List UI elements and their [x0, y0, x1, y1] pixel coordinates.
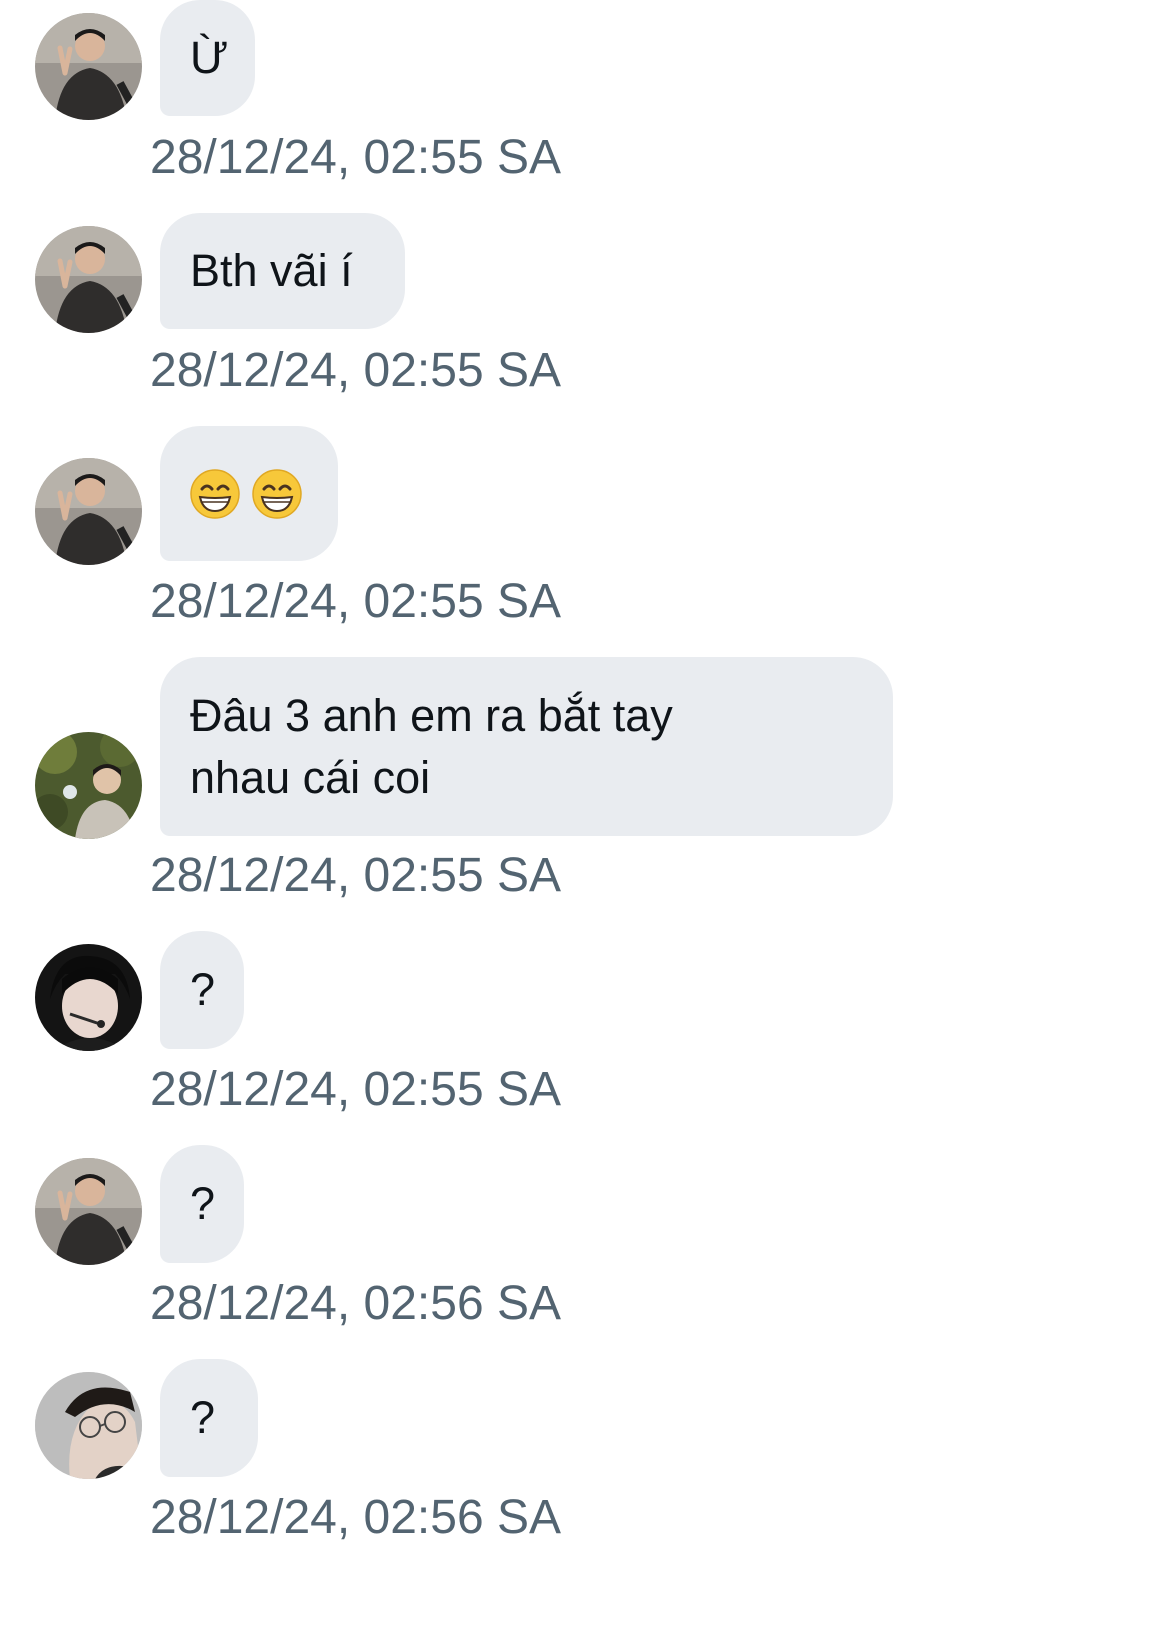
grinning-face-with-smiling-eyes-icon	[190, 468, 240, 519]
avatar-peace-sign-man-image	[35, 13, 142, 120]
message-bubble[interactable]: ?	[160, 1145, 244, 1263]
message-bubble[interactable]: Đâu 3 anh em ra bắt tay nhau cái coi	[160, 657, 893, 836]
message-timestamp: 28/12/24, 02:55 SA	[150, 849, 561, 902]
avatar[interactable]	[35, 13, 142, 120]
message-timestamp: 28/12/24, 02:55 SA	[150, 1063, 561, 1116]
grinning-face-with-smiling-eyes-icon	[252, 468, 302, 519]
avatar[interactable]	[35, 226, 142, 333]
message-timestamp: 28/12/24, 02:56 SA	[150, 1277, 561, 1330]
avatar-peace-sign-man-image	[35, 1158, 142, 1265]
message-text: ?	[190, 1178, 216, 1229]
message-text: ?	[190, 1392, 216, 1443]
avatar[interactable]	[35, 1372, 142, 1479]
message-bubble[interactable]	[160, 426, 338, 561]
avatar-headset-person-image	[35, 944, 142, 1051]
avatar-glasses-person-image	[35, 1372, 142, 1479]
avatar[interactable]	[35, 944, 142, 1051]
avatar-peace-sign-man-image	[35, 226, 142, 333]
emoji-row	[190, 468, 302, 519]
message-text: Bth vãi í	[190, 245, 353, 296]
avatar-outdoor-person-image	[35, 732, 142, 839]
message-bubble[interactable]: Ừ	[160, 0, 255, 116]
message-bubble[interactable]: Bth vãi í	[160, 213, 405, 329]
avatar[interactable]	[35, 458, 142, 565]
message-text: ?	[190, 964, 216, 1015]
avatar-peace-sign-man-image	[35, 458, 142, 565]
message-timestamp: 28/12/24, 02:55 SA	[150, 575, 561, 628]
avatar[interactable]	[35, 732, 142, 839]
message-timestamp: 28/12/24, 02:55 SA	[150, 131, 561, 184]
avatar[interactable]	[35, 1158, 142, 1265]
message-bubble[interactable]: ?	[160, 1359, 258, 1477]
message-text: Ừ	[190, 32, 229, 83]
message-timestamp: 28/12/24, 02:55 SA	[150, 344, 561, 397]
message-timestamp: 28/12/24, 02:56 SA	[150, 1491, 561, 1544]
message-text: Đâu 3 anh em ra bắt tay nhau cái coi	[190, 690, 673, 803]
message-bubble[interactable]: ?	[160, 931, 244, 1049]
